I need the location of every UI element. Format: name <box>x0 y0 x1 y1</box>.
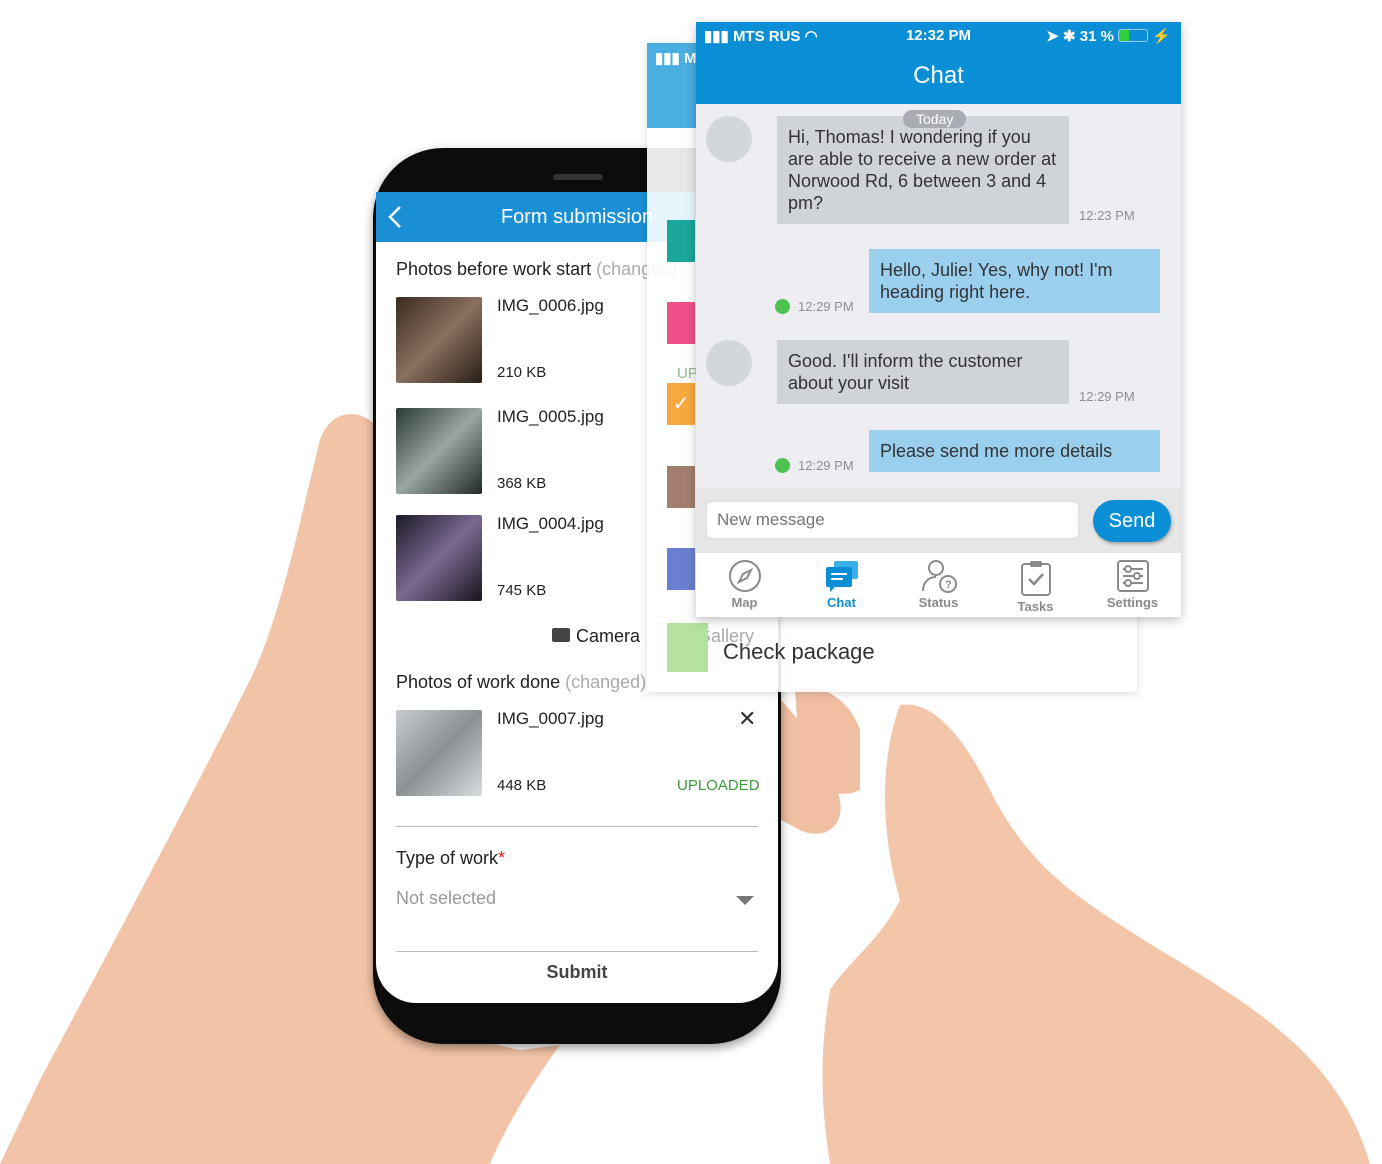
task-color-marker <box>667 302 695 344</box>
back-chevron-icon[interactable] <box>386 205 406 229</box>
tab-label: Settings <box>1106 595 1159 610</box>
message-incoming: Good. I'll inform the customer about you… <box>777 340 1069 404</box>
file-name: IMG_0007.jpg <box>497 709 604 728</box>
form-title: Form submission <box>500 206 654 228</box>
tab-label: Status <box>918 595 959 610</box>
composer: Send <box>696 488 1181 553</box>
message-time: 12:29 PM <box>798 299 854 314</box>
type-of-work-select[interactable]: Not selected <box>396 888 758 952</box>
tab-chat[interactable]: Chat <box>793 553 890 617</box>
message-input[interactable] <box>706 501 1079 539</box>
clipboard-check-icon <box>1020 561 1051 596</box>
chat-icon <box>825 561 858 592</box>
task-color-marker <box>667 466 695 508</box>
uploaded-partial: UP <box>677 365 698 382</box>
type-of-work-label: Type of work* <box>396 848 505 869</box>
message-outgoing: Hello, Julie! Yes, why not! I'm heading … <box>869 249 1160 313</box>
camera-button[interactable]: Camera <box>552 626 640 647</box>
compass-icon <box>728 560 761 592</box>
section-label: Photos before work start <box>396 259 592 279</box>
file-size: 210 KB <box>497 364 547 381</box>
chat-title: Chat <box>913 62 964 89</box>
tab-map[interactable]: Map <box>696 553 793 617</box>
dropdown-arrow-icon <box>736 896 754 905</box>
battery-percent: 31 % <box>1079 28 1114 45</box>
task-color-marker <box>667 623 708 672</box>
close-icon[interactable]: ✕ <box>738 706 756 732</box>
message-time: 12:29 PM <box>798 458 854 473</box>
tab-status[interactable]: ? Status <box>890 553 987 617</box>
changed-note: (changed) <box>565 672 647 692</box>
file-size: 368 KB <box>497 475 547 492</box>
task-color-marker <box>667 220 695 262</box>
user-status-icon: ? <box>921 560 957 593</box>
section-photos-before: Photos before work start (changed) <box>396 259 677 280</box>
message-incoming: Hi, Thomas! I wondering if you are able … <box>777 116 1069 224</box>
divider <box>396 826 758 827</box>
tab-bar: Map Chat ? Status Tasks Settings <box>696 553 1181 617</box>
avatar <box>706 116 752 162</box>
task-title[interactable]: Check package <box>723 639 875 665</box>
check-icon: ✓ <box>667 383 695 425</box>
camera-label: Camera <box>576 626 641 646</box>
carrier-partial: M <box>683 50 697 67</box>
camera-icon <box>552 628 570 642</box>
right-hand <box>822 704 1370 1164</box>
svg-text:?: ? <box>945 579 952 591</box>
required-marker: * <box>498 848 506 868</box>
message-time: 12:29 PM <box>1079 389 1135 404</box>
chat-header: ▮▮▮ MTS RUS ◠ 12:32 PM ➤ ✱ 31 % ⚡ Chat <box>696 22 1181 104</box>
select-value: Not selected <box>396 888 497 908</box>
avatar <box>706 340 752 386</box>
field-label: Type of work <box>396 848 499 868</box>
tab-settings[interactable]: Settings <box>1084 553 1181 617</box>
date-badge: Today <box>903 110 967 128</box>
photo-thumbnail[interactable] <box>396 710 482 796</box>
tab-label: Map <box>731 595 758 610</box>
message-time: 12:23 PM <box>1079 208 1135 223</box>
chat-screen: ▮▮▮ MTS RUS ◠ 12:32 PM ➤ ✱ 31 % ⚡ Chat H… <box>696 22 1181 617</box>
file-name: IMG_0004.jpg <box>497 514 604 533</box>
submit-button[interactable]: Submit <box>376 962 778 983</box>
sliders-icon <box>1116 560 1149 592</box>
tab-label: Tasks <box>1017 599 1054 614</box>
online-dot <box>775 458 790 473</box>
battery-icon <box>1118 29 1149 42</box>
status-right: ➤ ✱ 31 % ⚡ <box>1046 28 1171 45</box>
section-label: Photos of work done <box>396 672 561 692</box>
photo-thumbnail[interactable] <box>396 297 482 383</box>
section-photos-done: Photos of work done (changed) <box>396 672 646 693</box>
online-dot <box>775 299 790 314</box>
file-name: IMG_0006.jpg <box>497 296 604 315</box>
send-button[interactable]: Send <box>1093 500 1171 542</box>
photo-thumbnail[interactable] <box>396 515 482 601</box>
photo-thumbnail[interactable] <box>396 408 482 494</box>
task-color-marker <box>667 548 695 590</box>
location-icon: ➤ ✱ <box>1046 28 1080 45</box>
tab-label: Chat <box>827 595 856 610</box>
file-size: 448 KB <box>497 777 547 794</box>
file-name: IMG_0005.jpg <box>497 407 604 426</box>
upload-status: UPLOADED <box>677 777 760 794</box>
phone-speaker <box>553 174 603 180</box>
message-outgoing: Please send me more details <box>869 430 1160 472</box>
file-size: 745 KB <box>497 582 547 599</box>
tab-tasks[interactable]: Tasks <box>987 553 1084 617</box>
